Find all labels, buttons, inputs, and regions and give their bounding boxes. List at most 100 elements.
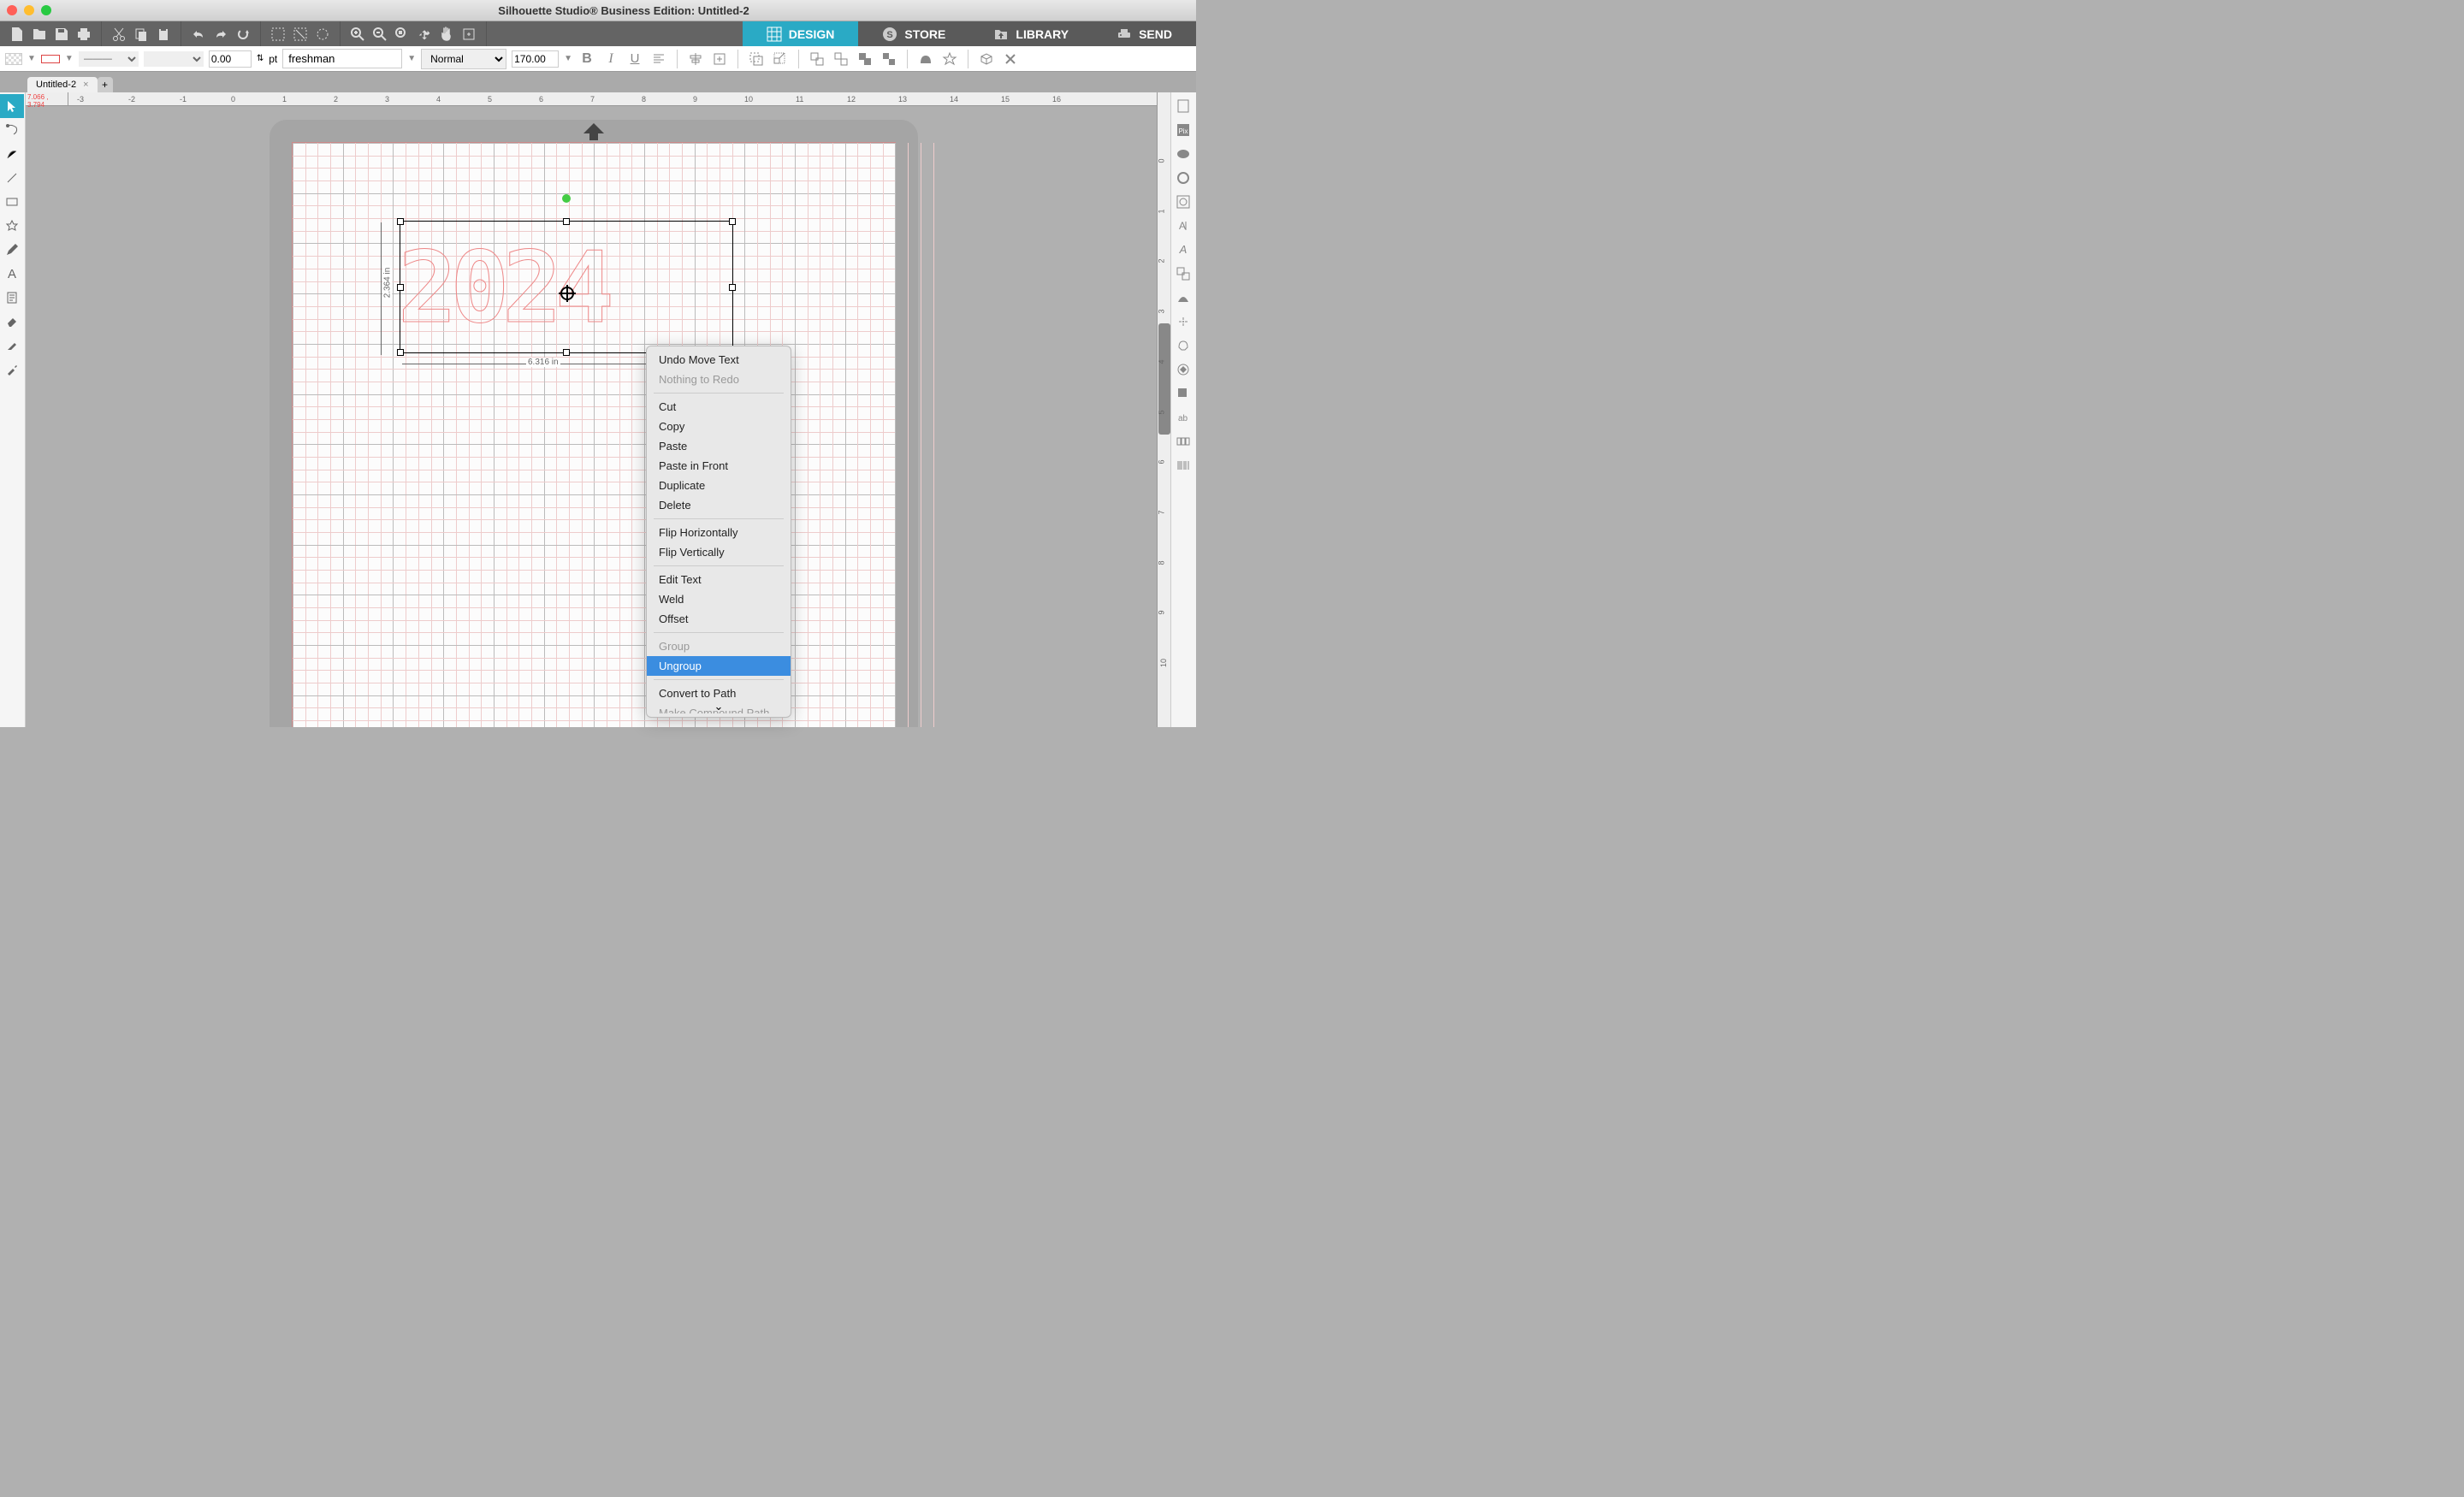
context-menu-paste-in-front[interactable]: Paste in Front [647, 456, 791, 476]
context-menu-ungroup[interactable]: Ungroup [647, 656, 791, 676]
text-tool[interactable]: A [0, 262, 24, 286]
open-file-icon[interactable] [31, 26, 48, 43]
canvas-area[interactable]: 7.066 , 3.794 /* ticks generated below *… [26, 92, 1170, 727]
selection-tool-icon[interactable] [314, 26, 331, 43]
stipple-panel[interactable] [1171, 334, 1195, 358]
vertical-scrollbar[interactable] [1158, 323, 1170, 435]
copy-icon[interactable] [133, 26, 150, 43]
tab-send[interactable]: SEND [1093, 21, 1196, 46]
draw-tool[interactable] [0, 238, 24, 262]
font-input[interactable] [282, 49, 402, 68]
replicate-panel[interactable] [1171, 262, 1195, 286]
close-x-icon[interactable] [1001, 50, 1020, 68]
add-tab-button[interactable]: + [98, 77, 113, 92]
replicate-icon[interactable] [747, 50, 766, 68]
context-menu-flip-vertically[interactable]: Flip Vertically [647, 542, 791, 562]
minimize-window[interactable] [24, 5, 34, 15]
offset-panel[interactable] [1171, 310, 1195, 334]
ungroup-icon[interactable] [832, 50, 850, 68]
text-style-panel[interactable]: A [1171, 214, 1195, 238]
modify-panel[interactable] [1171, 286, 1195, 310]
line-cap-dropdown[interactable] [144, 51, 204, 67]
zoom-selection-icon[interactable] [394, 26, 411, 43]
3d-icon[interactable] [977, 50, 996, 68]
object-panel[interactable] [1171, 358, 1195, 382]
media-layout-panel[interactable] [1171, 429, 1195, 453]
context-menu-undo-move-text[interactable]: Undo Move Text [647, 350, 791, 370]
edit-points-tool[interactable] [0, 118, 24, 142]
transform-panel[interactable]: A [1171, 238, 1195, 262]
context-menu-duplicate[interactable]: Duplicate [647, 476, 791, 495]
fill-swatch[interactable] [5, 53, 22, 65]
undo-icon[interactable] [190, 26, 207, 43]
font-style-select[interactable]: Normal [421, 49, 506, 69]
save-icon[interactable] [53, 26, 70, 43]
pixscan-panel[interactable]: Pix [1171, 118, 1195, 142]
knife-tool[interactable] [0, 334, 24, 358]
line-weight-input[interactable] [209, 50, 252, 68]
underline-icon[interactable]: U [625, 50, 644, 68]
context-menu-edit-text[interactable]: Edit Text [647, 570, 791, 589]
deselect-icon[interactable] [292, 26, 309, 43]
close-tab-icon[interactable]: × [83, 80, 88, 90]
tab-store[interactable]: S STORE [858, 21, 969, 46]
resize-handle-e[interactable] [729, 284, 736, 291]
zoom-drag-icon[interactable] [416, 26, 433, 43]
resize-handle-ne[interactable] [729, 218, 736, 225]
tab-library[interactable]: LIBRARY [969, 21, 1093, 46]
line-style-panel[interactable] [1171, 166, 1195, 190]
group-icon[interactable] [808, 50, 826, 68]
resize-handle-sw[interactable] [397, 349, 404, 356]
select-all-icon[interactable] [270, 26, 287, 43]
scale-icon[interactable] [771, 50, 790, 68]
italic-icon[interactable]: I [601, 50, 620, 68]
context-menu-copy[interactable]: Copy [647, 417, 791, 436]
bold-icon[interactable]: B [578, 50, 596, 68]
star-icon[interactable] [940, 50, 959, 68]
puzzle-panel[interactable] [1171, 382, 1195, 405]
page-setup-panel[interactable] [1171, 94, 1195, 118]
shape-icon[interactable] [916, 50, 935, 68]
font-size-input[interactable] [512, 50, 559, 68]
resize-handle-n[interactable] [563, 218, 570, 225]
cut-icon[interactable] [110, 26, 127, 43]
print-icon[interactable] [75, 26, 92, 43]
nesting-panel[interactable]: ab [1171, 405, 1195, 429]
refresh-icon[interactable] [234, 26, 252, 43]
release-compound-icon[interactable] [880, 50, 898, 68]
line-color-swatch[interactable] [41, 55, 60, 63]
resize-handle-w[interactable] [397, 284, 404, 291]
align-center-v-icon[interactable] [710, 50, 729, 68]
align-icon[interactable] [649, 50, 668, 68]
context-menu-paste[interactable]: Paste [647, 436, 791, 456]
eyedropper-tool[interactable] [0, 358, 24, 382]
context-menu-cut[interactable]: Cut [647, 397, 791, 417]
fit-page-icon[interactable] [460, 26, 477, 43]
paste-icon[interactable] [155, 26, 172, 43]
rotation-handle[interactable] [562, 194, 571, 203]
straight-line-tool[interactable] [0, 166, 24, 190]
eraser-tool[interactable] [0, 310, 24, 334]
zoom-in-icon[interactable] [349, 26, 366, 43]
star-tool[interactable] [0, 214, 24, 238]
redo-icon[interactable] [212, 26, 229, 43]
rectangle-tool[interactable] [0, 190, 24, 214]
document-tab[interactable]: Untitled-2 × [27, 77, 98, 92]
resize-handle-nw[interactable] [397, 218, 404, 225]
zoom-out-icon[interactable] [371, 26, 388, 43]
note-tool[interactable] [0, 286, 24, 310]
compound-icon[interactable] [856, 50, 874, 68]
context-menu-flip-horizontally[interactable]: Flip Horizontally [647, 523, 791, 542]
line-style-dropdown[interactable]: ——— [79, 51, 139, 67]
maximize-window[interactable] [41, 5, 51, 15]
trace-panel[interactable] [1171, 190, 1195, 214]
context-menu-delete[interactable]: Delete [647, 495, 791, 515]
tab-design[interactable]: DESIGN [743, 21, 859, 46]
barcode-panel[interactable] [1171, 453, 1195, 477]
context-menu-scroll-down[interactable]: ⌄ [647, 698, 791, 715]
select-tool[interactable] [0, 94, 24, 118]
close-window[interactable] [7, 5, 17, 15]
align-center-h-icon[interactable] [686, 50, 705, 68]
context-menu-offset[interactable]: Offset [647, 609, 791, 629]
resize-handle-s[interactable] [563, 349, 570, 356]
